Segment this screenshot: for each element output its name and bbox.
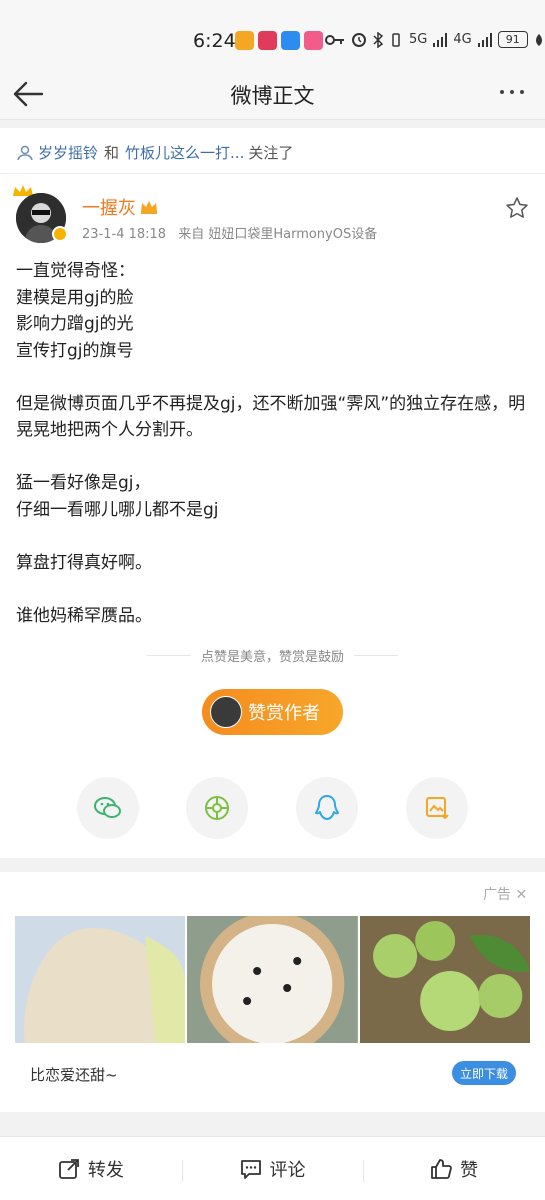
ad-tag-text: 广告	[483, 887, 511, 903]
reward-button-label: 赞赏作者	[248, 703, 320, 724]
thumbs-up-icon	[431, 1158, 453, 1179]
follow-suffix: 关注了	[248, 144, 294, 162]
more-options-icon[interactable]	[500, 90, 524, 94]
post-line: 宣传打gj的旗号	[16, 340, 134, 361]
author-name-text[interactable]: 一握灰	[82, 194, 136, 220]
post-line: 但是微博页面几乎不再提及gj，还不断加强“霁风”的独立存在感，明晃晃地把两个人分…	[16, 393, 526, 441]
app-notification-icon	[258, 31, 277, 50]
verified-badge	[52, 226, 68, 242]
share-moments-button[interactable]	[186, 777, 248, 839]
post-line: 影响力蹭gj的光	[16, 314, 134, 334]
bluetooth-icon	[373, 31, 383, 48]
reward-tip: 点赞是美意，赞赏是鼓励	[0, 646, 545, 665]
wechat-icon	[94, 797, 121, 818]
ad-image-strip[interactable]	[15, 916, 530, 1043]
close-icon[interactable]: ✕	[515, 887, 527, 903]
ad-image[interactable]	[359, 916, 530, 1043]
signal-icon	[477, 32, 492, 47]
signal-label-2: 4G	[453, 32, 472, 47]
comment-icon	[240, 1159, 261, 1179]
post-line: 猛一看好像是gj，	[16, 473, 151, 493]
status-indicators: 5G 4G 91	[325, 31, 544, 48]
ad-image[interactable]	[187, 916, 358, 1043]
post-card: 岁岁摇铃 和 竹板儿这么一打... 关注了 一握灰 23-1-4 18:18 来…	[0, 128, 545, 858]
post-line: 仔细一看哪儿哪儿都不是gj	[16, 499, 219, 520]
post-line: 一直觉得奇怪：	[16, 261, 135, 281]
like-label: 赞	[460, 1159, 479, 1181]
repost-icon	[58, 1158, 79, 1179]
nav-bar: 微博正文	[0, 70, 545, 120]
app-notification-icon	[281, 31, 300, 50]
repost-button[interactable]: 转发	[0, 1156, 182, 1182]
share-wechat-button[interactable]	[77, 777, 139, 839]
reward-author-button[interactable]: 赞赏作者	[202, 689, 343, 735]
user-icon	[17, 145, 33, 160]
follow-notice: 岁岁摇铃 和 竹板儿这么一打... 关注了	[16, 142, 293, 163]
post-date: 23-1-4 18:18	[82, 227, 167, 242]
post-line: 建模是用gj的脸	[16, 287, 134, 308]
ad-caption[interactable]: 比恋爱还甜~	[30, 1064, 118, 1085]
ad-download-button[interactable]: 立即下载	[452, 1061, 516, 1085]
post-source: 来自 妞妞口袋里HarmonyOS设备	[178, 227, 378, 242]
post-line: 算盘打得真好啊。	[16, 552, 152, 573]
moments-icon	[205, 796, 229, 820]
follow-connector: 和	[104, 144, 120, 162]
star-favorite-icon[interactable]	[505, 196, 529, 220]
status-app-icons	[235, 31, 323, 50]
vibrate-icon	[392, 32, 400, 47]
reward-avatar	[210, 696, 242, 728]
app-notification-icon	[304, 31, 323, 50]
follower-link-1[interactable]: 岁岁摇铃	[38, 142, 98, 163]
follower-link-2[interactable]: 竹板儿这么一打...	[125, 142, 244, 163]
comment-label: 评论	[269, 1159, 306, 1181]
like-button[interactable]: 赞	[363, 1156, 545, 1182]
ad-card[interactable]: 广告 ✕ 比恋爱还甜~ 立即下载	[0, 872, 545, 1112]
bottom-action-bar: 转发 评论 赞	[0, 1136, 545, 1200]
alarm-icon	[352, 32, 366, 47]
save-image-button[interactable]	[406, 777, 468, 839]
qq-icon	[315, 795, 339, 820]
leaf-icon	[535, 33, 542, 46]
reward-tip-text: 点赞是美意，赞赏是鼓励	[200, 650, 344, 665]
post-content: 一直觉得奇怪： 建模是用gj的脸 影响力蹭gj的光 宣传打gj的旗号 但是微博页…	[16, 258, 531, 629]
app-notification-icon	[235, 31, 254, 50]
ad-image[interactable]	[15, 916, 186, 1043]
status-bar: 6:24 5G 4G 91	[0, 0, 545, 70]
battery-indicator: 91	[497, 31, 528, 48]
post-meta: 23-1-4 18:18 来自 妞妞口袋里HarmonyOS设备	[82, 223, 377, 242]
vip-crown-icon	[141, 201, 157, 214]
share-qq-button[interactable]	[296, 777, 358, 839]
save-image-icon	[426, 797, 449, 820]
status-time: 6:24	[193, 30, 236, 52]
comment-button[interactable]: 评论	[181, 1156, 364, 1182]
signal-label-1: 5G	[409, 32, 428, 47]
post-line: 谁他妈稀罕赝品。	[16, 605, 152, 626]
repost-label: 转发	[87, 1159, 124, 1181]
divider	[0, 173, 545, 174]
author-name[interactable]: 一握灰	[82, 194, 158, 220]
page-title: 微博正文	[230, 84, 315, 108]
key-icon	[325, 34, 344, 45]
ad-label[interactable]: 广告 ✕	[483, 884, 527, 904]
signal-icon	[433, 32, 448, 47]
